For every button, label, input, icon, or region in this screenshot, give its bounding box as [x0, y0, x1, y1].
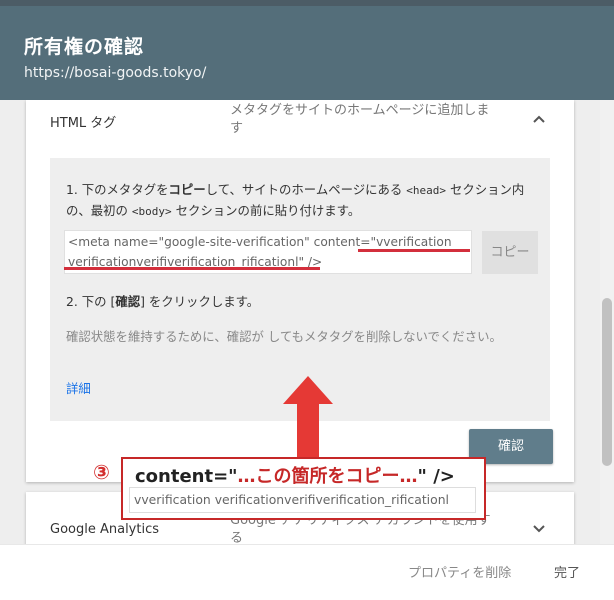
property-url: https://bosai-goods.tokyo/: [24, 65, 207, 81]
dialog-footer: プロパティを削除 完了: [0, 544, 614, 600]
dialog-content[interactable]: HTML タグ メタタグをサイトのホームページに追加します 1. 下のメタタグを…: [0, 100, 600, 544]
annotation-arrow-icon: [283, 376, 333, 460]
dialog-title: 所有権の確認: [24, 36, 145, 58]
remove-property-button[interactable]: プロパティを削除: [408, 562, 511, 581]
html-tag-label: HTML タグ: [50, 116, 117, 131]
google-analytics-label: Google Analytics: [50, 522, 160, 537]
details-link[interactable]: 詳細: [66, 379, 91, 397]
scrollbar-thumb[interactable]: [602, 298, 612, 466]
annotation-callout: content="…この箇所をコピー…" /> vverification ve…: [121, 457, 486, 520]
annotation-underline: [358, 249, 470, 252]
step2-text: 2. 下の [確認] をクリックします。: [66, 294, 260, 309]
step1-text: 1. 下のメタタグをコピーして、サイトのホームページにある <head> セクシ…: [66, 182, 525, 218]
content-scrollbar[interactable]: [600, 100, 614, 544]
annotation-callout-text: content="…この箇所をコピー…" />: [135, 466, 455, 487]
chevron-down-icon[interactable]: [532, 524, 546, 534]
annotation-step-number: ③: [93, 460, 110, 484]
annotation-code-sample: vverification verificationverifiverifica…: [129, 487, 476, 513]
keep-meta-note: 確認状態を維持するために、確認が してもメタタグを削除しないでください。: [66, 329, 502, 344]
chevron-up-icon[interactable]: [532, 114, 546, 124]
done-button[interactable]: 完了: [554, 562, 580, 581]
annotation-underline: [64, 267, 320, 270]
copy-button[interactable]: コピー: [482, 231, 538, 274]
html-tag-description: メタタグをサイトのホームページに追加します: [230, 103, 490, 136]
dialog-header: 所有権の確認 https://bosai-goods.tokyo/: [0, 6, 614, 100]
